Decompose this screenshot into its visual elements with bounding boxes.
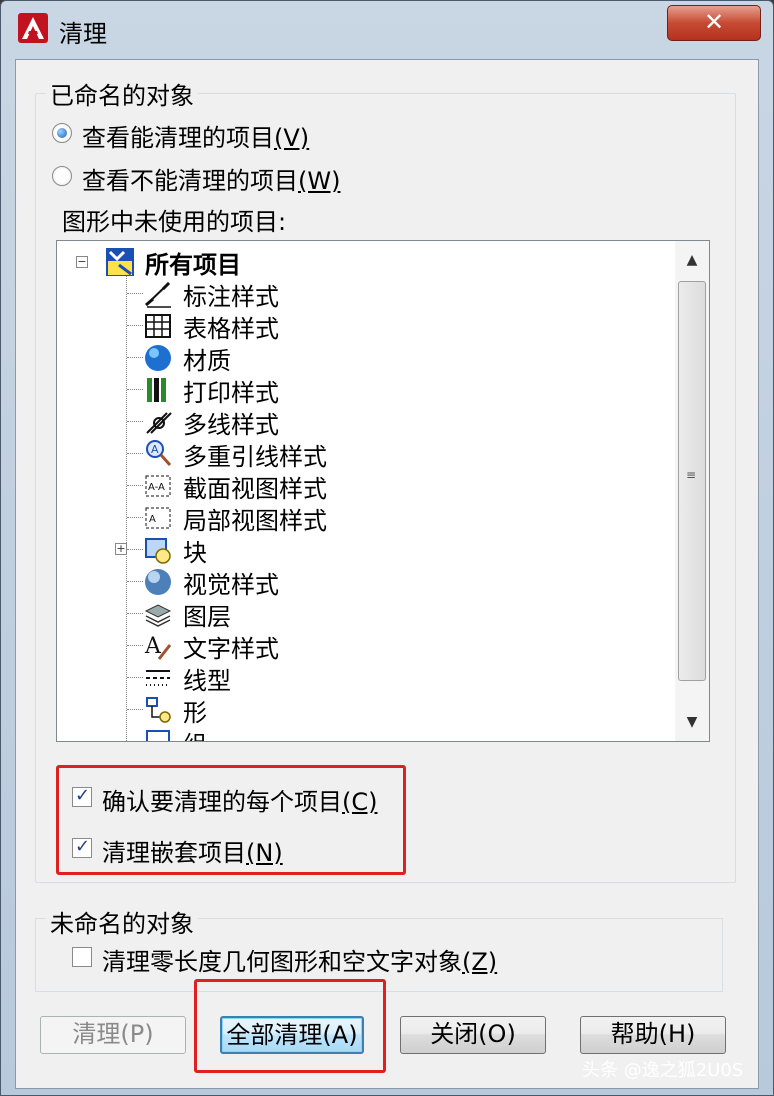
material-icon: [145, 345, 171, 371]
named-objects-label: 已命名的对象: [46, 76, 198, 111]
purge-all-button[interactable]: 全部清理(A): [220, 1016, 364, 1054]
purge-button[interactable]: 清理(P): [40, 1016, 186, 1054]
tree-item-label: 局部视图样式: [183, 507, 327, 535]
table-style-icon: [145, 314, 171, 338]
multileader-style-icon: A: [146, 440, 172, 467]
tree-connector: [127, 357, 143, 358]
expand-block-icon[interactable]: +: [115, 543, 127, 555]
tree-item-label: 多线样式: [183, 411, 279, 439]
tree-item-label: 图层: [183, 603, 231, 631]
tree-item-label: 线型: [183, 667, 231, 695]
plot-style-icon: [147, 378, 166, 402]
scroll-up-arrow-icon[interactable]: ▲: [675, 245, 709, 275]
radio-view-nonpurgeable-label[interactable]: 查看不能清理的项目(W): [82, 161, 340, 196]
tree-connector: [127, 421, 143, 422]
zero-length-label[interactable]: 清理零长度几何图形和空文字对象(Z): [102, 942, 497, 977]
tree-connector: [127, 293, 143, 294]
tree-connector: [127, 325, 143, 326]
window-title: 清理: [59, 20, 107, 48]
tree-item-label: 文字样式: [183, 635, 279, 663]
purge-nested-label[interactable]: 清理嵌套项目(N): [102, 833, 283, 868]
all-items-icon: [106, 248, 134, 276]
tree-item-label: 材质: [183, 347, 231, 375]
scroll-down-arrow-icon[interactable]: ▼: [675, 707, 709, 737]
tree-item-label: 形: [183, 699, 207, 727]
tree-item-label: 打印样式: [183, 379, 279, 407]
purge-nested-checkbox[interactable]: [72, 836, 92, 858]
tree-scrollbar[interactable]: ▲ ≡ ▼: [675, 241, 709, 741]
detail-view-style-icon: A: [145, 507, 171, 529]
group-icon: [146, 730, 170, 741]
tree-connector: [127, 453, 143, 454]
visual-style-icon: [145, 569, 171, 595]
tree-caption: 图形中未使用的项目:: [62, 208, 287, 236]
svg-text:A: A: [144, 634, 162, 659]
tree-root-label: 所有项目: [145, 251, 241, 279]
tree-connector: [127, 741, 143, 742]
tree-connector: [127, 677, 143, 678]
tree-item-label: 组: [183, 725, 207, 741]
tree-item-label: 块: [183, 539, 207, 567]
scroll-thumb[interactable]: ≡: [678, 281, 706, 681]
tree-connector: [127, 517, 143, 518]
tree-connector: [127, 549, 143, 550]
close-button[interactable]: 关闭(O): [400, 1016, 546, 1054]
layer-icon: [144, 604, 172, 627]
svg-text:A: A: [151, 443, 159, 456]
collapse-root-icon[interactable]: −: [76, 256, 88, 268]
multiline-style-icon: [146, 412, 172, 434]
tree-connector: [127, 581, 143, 582]
tree-item-label: 标注样式: [183, 283, 279, 311]
tree-item-label: 表格样式: [183, 315, 279, 343]
text-style-icon: A: [144, 634, 172, 660]
tree-guide-line: [126, 271, 127, 741]
tree-connector: [127, 485, 143, 486]
tree-item-label: 视觉样式: [183, 571, 279, 599]
unused-items-tree[interactable]: − 所有项目 标注样式表格样式材质打印样式多线样式 A 多重引线样式 A-A 截面视图样…: [56, 240, 710, 742]
svg-text:A: A: [149, 514, 156, 525]
tree-item-label: 多重引线样式: [183, 443, 327, 471]
title-bar[interactable]: 清理 ✕: [1, 1, 773, 59]
unnamed-objects-label: 未命名的对象: [46, 904, 198, 939]
autocad-app-icon: [18, 13, 48, 43]
linetype-icon: [146, 670, 170, 686]
radio-view-purgeable[interactable]: [52, 123, 72, 143]
block-icon: [145, 538, 171, 564]
tree-connector: [127, 709, 143, 710]
watermark-text: 头条 @逸之狐2U0S: [582, 1060, 744, 1081]
tree-connector: [127, 645, 143, 646]
tree-connector: [127, 389, 143, 390]
svg-text:A-A: A-A: [148, 482, 165, 493]
tree-connector: [127, 613, 143, 614]
help-button[interactable]: 帮助(H): [580, 1016, 726, 1054]
tree-item-label: 截面视图样式: [183, 475, 327, 503]
dimension-style-icon: [145, 281, 171, 308]
shape-icon: [146, 697, 171, 723]
confirm-each-item-label[interactable]: 确认要清理的每个项目(C): [102, 782, 377, 817]
radio-view-purgeable-label[interactable]: 查看能清理的项目(V): [82, 118, 309, 153]
close-icon: ✕: [703, 8, 725, 36]
grip-icon: ≡: [686, 468, 697, 482]
section-view-style-icon: A-A: [145, 475, 171, 497]
close-window-button[interactable]: ✕: [667, 5, 761, 41]
zero-length-checkbox[interactable]: [72, 947, 92, 967]
confirm-each-item-checkbox[interactable]: [72, 785, 92, 807]
radio-view-nonpurgeable[interactable]: [52, 166, 72, 186]
